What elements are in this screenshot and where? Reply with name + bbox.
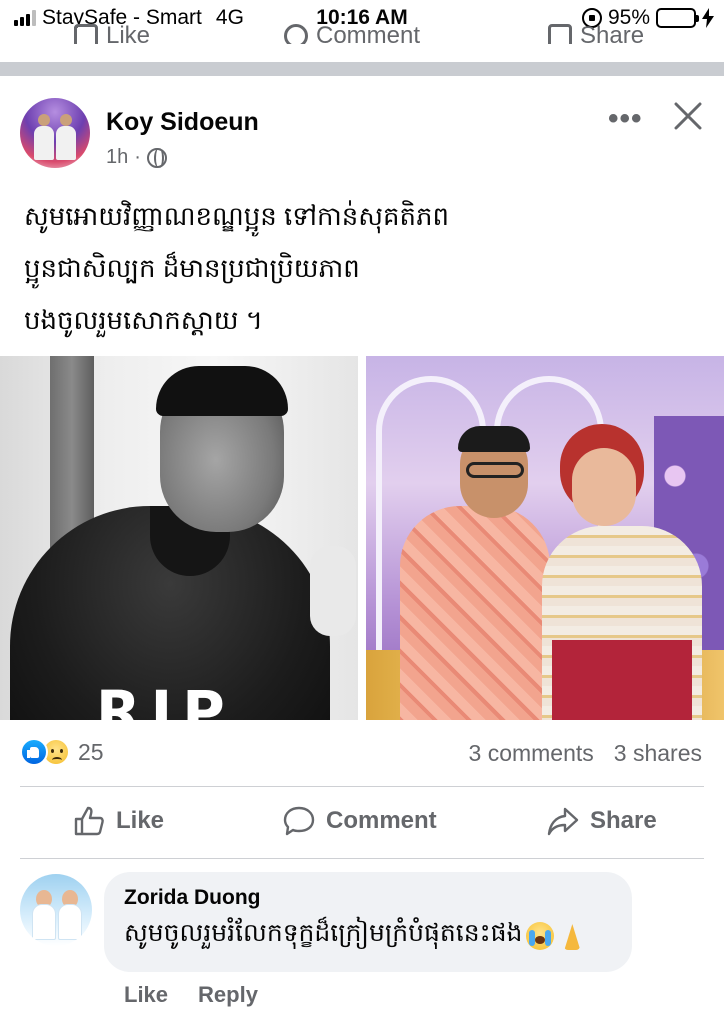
prev-like-button[interactable]: Like xyxy=(74,22,150,44)
commenter-avatar[interactable] xyxy=(20,874,92,946)
reactions-summary[interactable]: 25 xyxy=(20,738,104,766)
comment-button[interactable]: Comment xyxy=(282,804,437,838)
post-photo-couple[interactable] xyxy=(366,356,724,720)
post-author-name[interactable]: Koy Sidoeun xyxy=(106,108,259,137)
divider xyxy=(20,786,704,787)
post-text-line: បងចូលរួមសោកស្តាយ ។ xyxy=(24,305,263,335)
comments-count[interactable]: 3 comments xyxy=(469,740,594,767)
meta-separator: · xyxy=(134,146,141,168)
share-button[interactable]: Share xyxy=(546,804,657,838)
comment-like-button[interactable]: Like xyxy=(124,982,168,1008)
thumbs-up-icon xyxy=(74,24,98,44)
thumbs-up-icon xyxy=(74,806,104,836)
prev-share-button[interactable]: Share xyxy=(548,22,644,44)
previous-post-actions: Like Comment Share xyxy=(0,22,724,44)
like-icon xyxy=(20,738,48,766)
share-label: Share xyxy=(590,807,657,834)
author-avatar[interactable] xyxy=(20,98,90,168)
close-icon[interactable] xyxy=(670,98,706,134)
post-photo-memorial[interactable]: RIP xyxy=(0,356,358,720)
engagement-counts: 3 comments 3 shares xyxy=(469,740,702,767)
reaction-count: 25 xyxy=(78,738,104,765)
comment-label: Comment xyxy=(326,807,437,834)
like-button[interactable]: Like xyxy=(72,804,164,838)
like-label: Like xyxy=(116,807,165,834)
comment-icon xyxy=(283,806,315,836)
more-icon[interactable]: ••• xyxy=(608,102,643,136)
share-icon xyxy=(547,807,579,836)
post-time[interactable]: 1h xyxy=(106,146,128,169)
commenter-name[interactable]: Zorida Duong xyxy=(124,886,260,910)
post-text-line: សូមអោយវិញ្ញាណខណ្ឌប្អូន ទៅកាន់សុគតិភព xyxy=(24,201,450,231)
rip-overlay-text: RIP xyxy=(96,678,235,720)
post-text: សូមអោយវិញ្ញាណខណ្ឌប្អូន ទៅកាន់សុគតិភព ប្អ… xyxy=(24,190,704,346)
folded-hands-emoji xyxy=(558,922,586,950)
comment-actions: Like Reply xyxy=(124,982,258,1008)
share-icon xyxy=(548,24,572,44)
crying-face-emoji xyxy=(526,922,555,950)
reaction-icons xyxy=(20,738,70,766)
feed-separator xyxy=(0,62,724,76)
post-text-line: ប្អូនជាសិល្បក ដ៏មានប្រជាប្រិយភាព xyxy=(24,253,360,283)
comment-text: សូមចូលរួមរំលែកទុក្ខដ៏ក្រៀមក្រំបំផុតនេះផង xyxy=(124,918,586,954)
shares-count[interactable]: 3 shares xyxy=(614,740,702,767)
prev-comment-button[interactable]: Comment xyxy=(284,22,420,44)
post-meta: 1h · xyxy=(106,146,167,169)
globe-icon xyxy=(146,147,167,168)
comment-body: សូមចូលរួមរំលែកទុក្ខដ៏ក្រៀមក្រំបំផុតនេះផង xyxy=(124,919,523,947)
divider xyxy=(20,858,704,859)
comment-icon xyxy=(284,24,308,44)
comment-reply-button[interactable]: Reply xyxy=(198,982,258,1008)
